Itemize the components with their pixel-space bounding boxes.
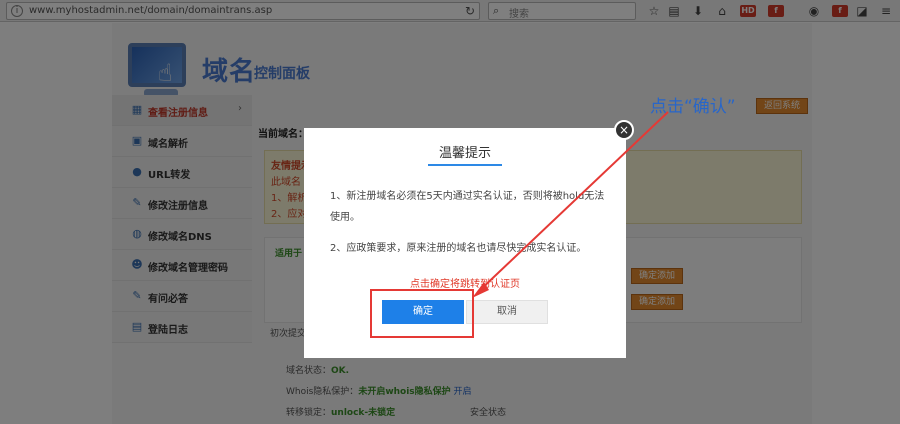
close-icon[interactable]: ×: [614, 120, 634, 140]
modal-paragraph-2: 2、应政策要求，原来注册的域名也请尽快完成实名认证。: [330, 243, 587, 254]
modal-title: 温馨提示: [438, 146, 491, 161]
cancel-button[interactable]: 取消: [466, 300, 548, 324]
title-underline: [428, 164, 502, 166]
modal-paragraph-1: 1、新注册域名必须在5天内通过实名认证，否则将被hold无法使用。: [330, 191, 605, 223]
redirect-notice: 点击确定将跳转到认证页: [410, 279, 520, 290]
annotation-text: 点击“确认”: [650, 97, 736, 117]
annotation-highlight-box: [370, 289, 474, 338]
